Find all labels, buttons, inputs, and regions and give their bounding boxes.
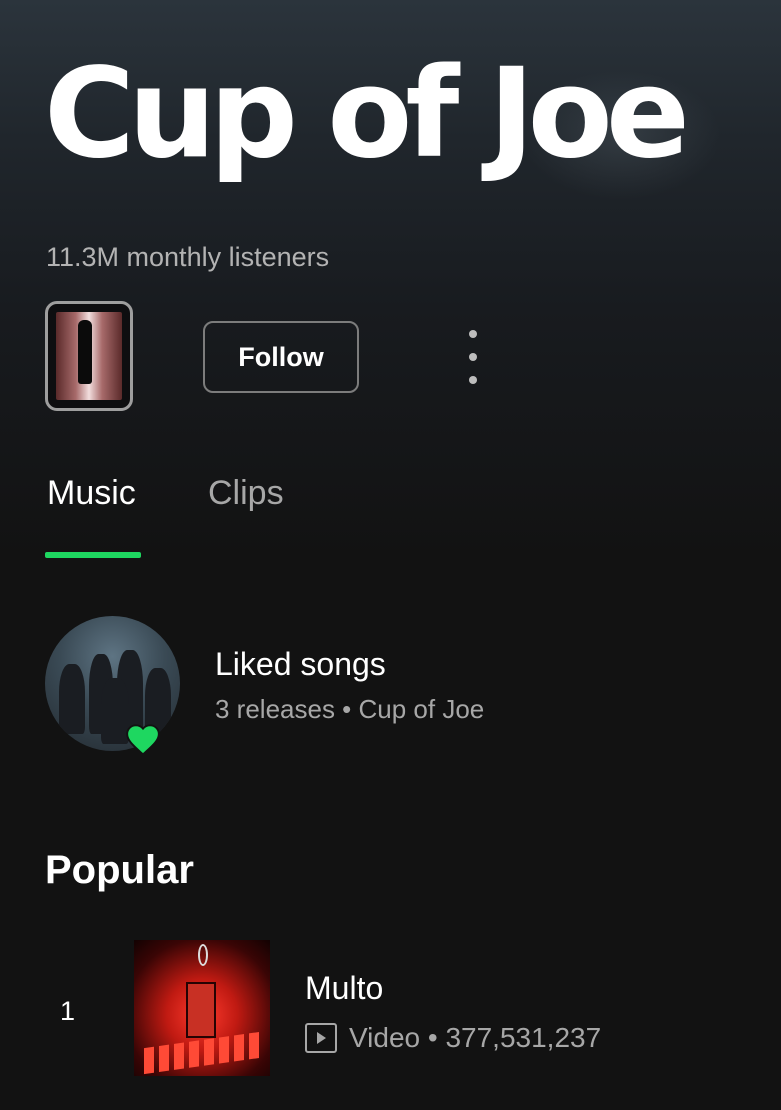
section-heading-popular: Popular xyxy=(45,848,194,892)
more-dot xyxy=(469,353,477,361)
more-vertical-icon[interactable] xyxy=(452,326,494,388)
artist-name: Cup of Joe xyxy=(44,42,690,186)
track-artwork xyxy=(134,940,270,1076)
artist-cover-thumbnail[interactable] xyxy=(45,301,133,411)
heart-icon xyxy=(124,720,162,756)
cover-art-figure xyxy=(78,320,92,384)
track-row[interactable]: 1 Multo Video • 377,531,237 xyxy=(0,940,781,1080)
track-index: 1 xyxy=(60,996,76,1026)
active-tab-indicator xyxy=(45,552,141,558)
tab-music[interactable]: Music xyxy=(47,474,136,513)
track-title: Multo xyxy=(305,970,384,1006)
artwork-door xyxy=(186,982,216,1038)
tab-clips[interactable]: Clips xyxy=(208,474,284,513)
liked-songs-row[interactable]: Liked songs 3 releases • Cup of Joe xyxy=(45,616,735,756)
artwork-logo xyxy=(198,944,208,966)
track-meta: Video • 377,531,237 xyxy=(305,1022,601,1054)
track-meta-text: Video • 377,531,237 xyxy=(349,1022,602,1053)
follow-button[interactable]: Follow xyxy=(203,321,359,393)
more-dot xyxy=(469,376,477,384)
monthly-listeners: 11.3M monthly listeners xyxy=(46,242,330,272)
liked-songs-subtitle: 3 releases • Cup of Joe xyxy=(215,694,485,724)
artwork-lettering xyxy=(144,1031,260,1075)
liked-songs-title: Liked songs xyxy=(215,646,386,682)
video-icon xyxy=(305,1023,337,1053)
band-member xyxy=(59,664,85,734)
more-dot xyxy=(469,330,477,338)
